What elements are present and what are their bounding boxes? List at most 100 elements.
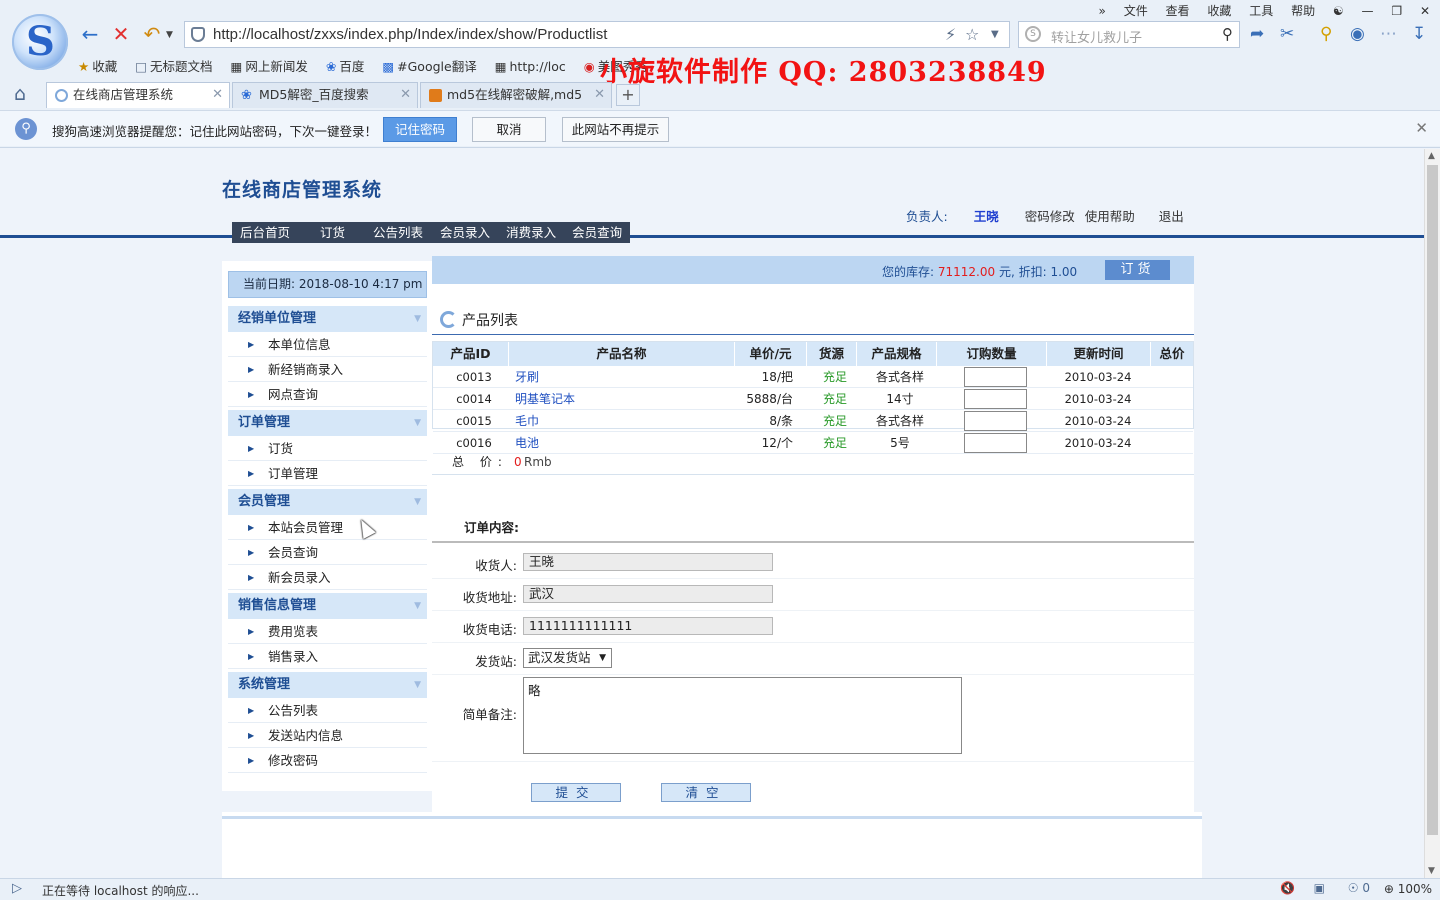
search-box[interactable]: S 转让女儿救儿子 ⚲ — [1018, 21, 1240, 48]
lightning-icon[interactable]: ⚡ — [945, 25, 956, 44]
key-icon[interactable]: ⚲ — [1320, 24, 1332, 44]
tab-md5-decrypt[interactable]: md5在线解密破解,md5 ✕ — [420, 82, 612, 108]
tab-online-store[interactable]: 在线商店管理系统 ✕ — [46, 82, 230, 108]
bookmark-news[interactable]: ▦ 网上新闻发 — [231, 56, 308, 75]
star-icon[interactable]: ☆ — [965, 25, 979, 44]
bookmark-favorites[interactable]: ★ 收藏 — [78, 56, 117, 75]
sidebar-item-order-manage[interactable]: ▶ 订单管理 — [228, 462, 427, 486]
nav-notices[interactable]: 公告列表 — [359, 222, 432, 243]
sidebar-item-send-message[interactable]: ▶ 发送站内信息 — [228, 724, 427, 748]
undo-icon[interactable]: ↶ — [140, 22, 164, 46]
manager-name[interactable]: 王晓 — [974, 209, 999, 224]
remember-password-button[interactable]: 记住密码 — [383, 117, 457, 142]
scroll-up-icon[interactable]: ▲ — [1428, 151, 1435, 161]
search-input[interactable]: 转让女儿救儿子 — [1051, 27, 1142, 46]
close-tab-icon[interactable]: ✕ — [594, 83, 605, 107]
mute-icon[interactable]: 🔇 — [1280, 881, 1295, 895]
change-password-link[interactable]: 密码修改 — [1025, 209, 1075, 224]
sidebar-item-new-member[interactable]: ▶ 新会员录入 — [228, 566, 427, 590]
bookmark-untitled[interactable]: □ 无标题文档 — [135, 56, 212, 75]
sidebar-item-unit-info[interactable]: ▶ 本单位信息 — [228, 333, 427, 357]
share-icon[interactable]: ➦ — [1250, 24, 1264, 44]
bookmark-google-translate[interactable]: ▩ #Google翻译 — [382, 56, 476, 75]
never-remind-button[interactable]: 此网站不再提示 — [562, 117, 669, 142]
nav-consumption-entry[interactable]: 消费录入 — [498, 222, 564, 243]
minimize-icon[interactable]: — — [1362, 4, 1374, 18]
address-input[interactable]: 武汉 — [523, 585, 773, 603]
clear-button[interactable]: 清空 — [661, 783, 751, 802]
receiver-input[interactable]: 王晓 — [523, 553, 773, 571]
sidebar-group-orders[interactable]: 订单管理 ▼ — [228, 410, 427, 436]
sidebar-item-change-password[interactable]: ▶ 修改密码 — [228, 749, 427, 773]
close-tab-icon[interactable]: ✕ — [400, 83, 411, 107]
cancel-button[interactable]: 取消 — [472, 117, 546, 142]
menu-help[interactable]: 帮助 — [1291, 4, 1315, 18]
tab-md5-baidu[interactable]: ❀ MD5解密_百度搜索 ✕ — [232, 82, 418, 108]
nav-order[interactable]: 订货 — [298, 222, 359, 243]
sidebar-group-sales[interactable]: 销售信息管理 ▼ — [228, 593, 427, 619]
sidebar-group-dealer[interactable]: 经销单位管理 ▼ — [228, 306, 427, 332]
scrollbar-thumb[interactable] — [1427, 165, 1438, 835]
undo-dropdown-icon[interactable]: ▼ — [166, 30, 173, 40]
sidebar-item-site-members[interactable]: ▶ 本站会员管理 — [228, 516, 427, 540]
address-dropdown-icon[interactable]: ▼ — [991, 29, 999, 40]
nav-home[interactable]: 后台首页 — [232, 222, 298, 243]
menu-file[interactable]: 文件 — [1124, 4, 1148, 18]
more-icon[interactable]: ⋯ — [1380, 24, 1397, 44]
product-link[interactable]: 毛巾 — [515, 410, 539, 432]
address-bar[interactable]: http://localhost/zxxs/index.php/Index/in… — [184, 21, 1010, 48]
sidebar-item-member-query[interactable]: ▶ 会员查询 — [228, 541, 427, 565]
sidebar-item-notice-list[interactable]: ▶ 公告列表 — [228, 699, 427, 723]
sidebar-toggle-icon[interactable]: ▷ — [12, 881, 22, 896]
scroll-down-icon[interactable]: ▼ — [1428, 866, 1435, 876]
download-icon[interactable]: ↧ — [1412, 24, 1426, 44]
shield-status-icon[interactable]: ☉ 0 — [1348, 881, 1370, 895]
submit-button[interactable]: 提交 — [531, 783, 621, 802]
help-link[interactable]: 使用帮助 — [1085, 209, 1135, 224]
menu-favorites[interactable]: 收藏 — [1207, 4, 1231, 18]
station-select[interactable]: 武汉发货站 ▼ — [523, 648, 612, 668]
home-icon[interactable]: ⌂ — [14, 83, 26, 105]
logout-link[interactable]: 退出 — [1159, 209, 1184, 224]
close-window-icon[interactable]: ✕ — [1420, 4, 1430, 18]
menu-view[interactable]: 查看 — [1166, 4, 1190, 18]
sogou-logo[interactable]: S — [12, 14, 68, 70]
sidebar-item-order[interactable]: ▶ 订货 — [228, 437, 427, 461]
camera-icon[interactable]: ▣ — [1314, 881, 1325, 895]
sidebar-group-system[interactable]: 系统管理 ▼ — [228, 672, 427, 698]
phone-input[interactable]: 1111111111111 — [523, 617, 773, 635]
nav-member-entry[interactable]: 会员录入 — [432, 222, 498, 243]
screenshot-icon[interactable]: ✂ — [1280, 24, 1294, 44]
tools-icon[interactable]: ◉ — [1350, 24, 1365, 44]
quantity-input[interactable] — [964, 411, 1027, 431]
security-shield-icon[interactable] — [191, 27, 205, 42]
note-textarea[interactable]: 略 — [523, 677, 962, 754]
order-button[interactable]: 订货 — [1105, 260, 1170, 280]
product-link[interactable]: 牙刷 — [515, 366, 539, 388]
sidebar-group-members[interactable]: 会员管理 ▼ — [228, 489, 427, 515]
search-engine-icon[interactable]: S — [1025, 26, 1041, 42]
sidebar-item-new-dealer[interactable]: ▶ 新经销商录入 — [228, 358, 427, 382]
search-icon[interactable]: ⚲ — [1222, 25, 1233, 43]
sidebar-item-sales-entry[interactable]: ▶ 销售录入 — [228, 645, 427, 669]
sidebar-item-expense-list[interactable]: ▶ 费用览表 — [228, 620, 427, 644]
restore-icon[interactable]: ❐ — [1391, 4, 1402, 18]
quantity-input[interactable] — [964, 433, 1027, 453]
close-icon[interactable]: ✕ — [1415, 119, 1428, 137]
close-tab-icon[interactable]: ✕ — [212, 83, 223, 107]
bookmark-baidu[interactable]: ❀ 百度 — [326, 56, 365, 75]
nav-member-query[interactable]: 会员查询 — [564, 222, 630, 243]
new-tab-button[interactable]: + — [616, 84, 640, 106]
skin-icon[interactable]: ☯ — [1333, 4, 1344, 18]
quantity-input[interactable] — [964, 367, 1027, 387]
sidebar-item-outlet-query[interactable]: ▶ 网点查询 — [228, 383, 427, 407]
product-link[interactable]: 电池 — [515, 432, 539, 454]
menu-expand-icon[interactable]: » — [1099, 4, 1106, 18]
product-link[interactable]: 明基笔记本 — [515, 388, 575, 410]
quantity-input[interactable] — [964, 389, 1027, 409]
menu-tools[interactable]: 工具 — [1249, 4, 1273, 18]
back-icon[interactable]: ← — [78, 22, 102, 46]
bookmark-localhost[interactable]: ▦ http://loc — [495, 59, 566, 74]
stop-icon[interactable]: ✕ — [109, 22, 133, 46]
zoom-level[interactable]: ⊕ 100% — [1384, 882, 1432, 896]
